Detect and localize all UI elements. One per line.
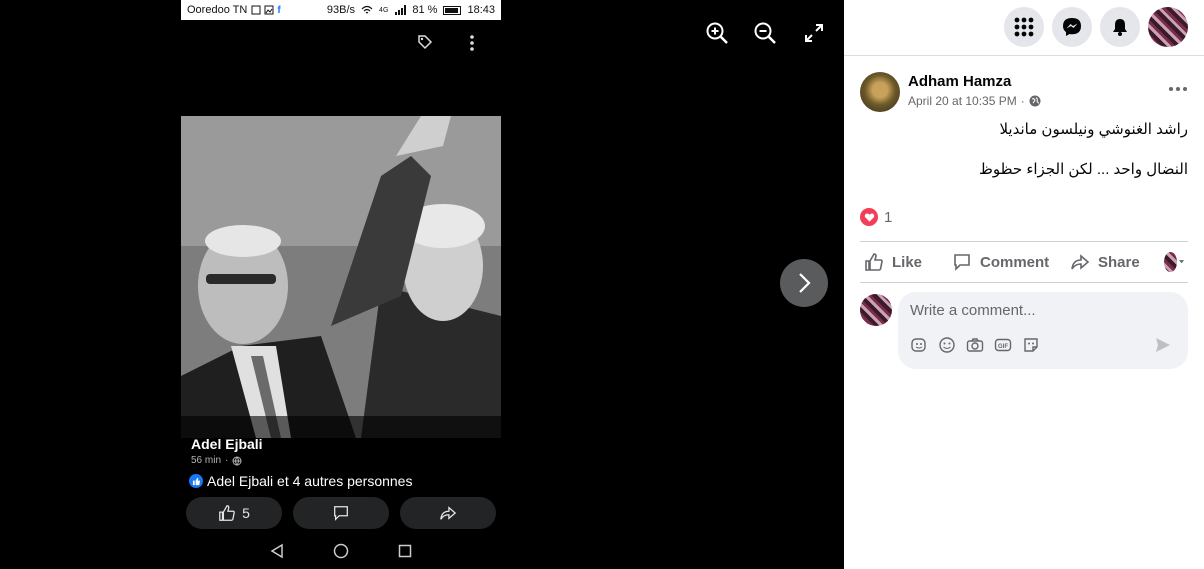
expand-icon <box>805 24 823 42</box>
post-meta: April 20 at 10:35 PM · <box>908 94 1041 108</box>
chevron-right-icon <box>799 273 811 293</box>
phone-screenshot: Ooredoo TN f 93B/s 4G 81 % 18:43 Adel Ej… <box>181 0 501 569</box>
zoom-in-icon <box>706 22 728 44</box>
account-avatar[interactable] <box>1148 7 1188 47</box>
grid-menu-icon <box>1014 17 1034 37</box>
menu-button[interactable] <box>1004 7 1044 47</box>
phone-like-button[interactable]: 5 <box>186 497 282 529</box>
tag-icon[interactable] <box>417 34 433 50</box>
author-avatar[interactable] <box>860 72 900 112</box>
comment-field: GIF <box>898 292 1188 369</box>
post-options-button[interactable] <box>1166 80 1190 100</box>
phone-comment-button[interactable] <box>293 497 389 529</box>
home-circle-icon[interactable] <box>333 543 349 559</box>
like-reaction-icon <box>189 474 203 488</box>
reaction-summary[interactable]: 1 <box>860 208 892 226</box>
fullscreen-button[interactable] <box>801 20 827 46</box>
post-photo <box>181 116 501 438</box>
avatar-sticker-icon[interactable] <box>910 336 928 354</box>
bell-icon <box>1113 19 1127 36</box>
photo-viewer: Ooredoo TN f 93B/s 4G 81 % 18:43 Adel Ej… <box>0 0 844 569</box>
post-action-bar: Like Comment Share <box>860 241 1188 283</box>
love-reaction-icon <box>860 208 878 226</box>
sticker-icon[interactable] <box>1022 336 1040 354</box>
zoom-out-button[interactable] <box>752 20 778 46</box>
battery-percent: 81 % <box>412 4 438 16</box>
top-nav-bar <box>844 0 1204 56</box>
phone-reaction-summary: Adel Ejbali et 4 autres personnes <box>189 473 412 489</box>
globe-icon <box>232 456 242 466</box>
svg-text:GIF: GIF <box>998 344 1008 350</box>
messenger-icon <box>1063 18 1081 36</box>
android-nav-bar <box>181 540 501 562</box>
share-icon <box>1071 254 1090 270</box>
zoom-out-icon <box>754 22 776 44</box>
thumbs-up-icon <box>865 253 883 271</box>
phone-status-bar: Ooredoo TN f 93B/s 4G 81 % 18:43 <box>181 0 501 20</box>
notifications-button[interactable] <box>1100 7 1140 47</box>
post-header: Adham Hamza April 20 at 10:35 PM · <box>860 72 1190 112</box>
commenter-avatar[interactable] <box>860 294 892 326</box>
comment-icon <box>954 254 970 271</box>
share-icon <box>440 506 457 520</box>
messenger-button[interactable] <box>1052 7 1092 47</box>
phone-share-button[interactable] <box>400 497 496 529</box>
phone-like-count: 5 <box>242 505 250 521</box>
gallery-icon <box>264 5 274 15</box>
back-triangle-icon[interactable] <box>269 543 285 559</box>
comment-button[interactable]: Comment <box>948 242 1066 282</box>
comment-icon <box>334 506 348 521</box>
network-speed: 93B/s <box>326 4 356 16</box>
send-icon[interactable] <box>1154 336 1172 354</box>
like-label: Like <box>892 253 923 271</box>
share-label: Share <box>1098 253 1140 271</box>
post-timestamp[interactable]: April 20 at 10:35 PM <box>908 94 1017 108</box>
signal-icon <box>395 5 407 15</box>
gif-icon[interactable]: GIF <box>994 336 1012 354</box>
post-side-panel: Adham Hamza April 20 at 10:35 PM · راشد … <box>844 0 1204 569</box>
comment-label: Comment <box>980 253 1050 271</box>
facebook-notification-icon: f <box>277 4 281 16</box>
post-text-line-1: راشد الغنوشي ونيلسون مانديلا <box>999 121 1188 138</box>
phone-photo-toolbar <box>181 30 501 58</box>
zoom-in-button[interactable] <box>704 20 730 46</box>
more-vertical-icon[interactable] <box>469 34 475 52</box>
caret-down-icon <box>1178 260 1184 264</box>
phone-post-time: 56 min · <box>191 455 242 466</box>
comment-input[interactable] <box>910 300 1170 320</box>
phone-post-time-label: 56 min <box>191 455 222 466</box>
wifi-icon <box>361 5 373 14</box>
more-horizontal-icon <box>1169 87 1187 91</box>
post-text-line-2: النضال واحد ... لكن الجزاء حظوظ <box>978 161 1188 178</box>
public-globe-icon <box>1029 95 1041 107</box>
react-as-avatar <box>1164 252 1177 272</box>
emoji-icon[interactable] <box>938 336 956 354</box>
sim-icon <box>251 5 261 15</box>
react-as-selector[interactable] <box>1160 242 1188 282</box>
notification-icons: f <box>251 4 281 16</box>
share-button[interactable]: Share <box>1066 242 1160 282</box>
status-time: 18:43 <box>467 4 495 16</box>
author-name[interactable]: Adham Hamza <box>908 73 1011 90</box>
phone-post-author: Adel Ejbali <box>191 436 263 452</box>
camera-icon[interactable] <box>966 336 984 354</box>
phone-reaction-text: Adel Ejbali et 4 autres personnes <box>207 473 413 489</box>
recents-square-icon[interactable] <box>397 543 413 559</box>
like-button[interactable]: Like <box>860 242 948 282</box>
photo-illustration <box>181 116 501 438</box>
battery-icon <box>443 5 462 15</box>
network-type: 4G <box>379 6 389 14</box>
reaction-count: 1 <box>884 208 893 226</box>
thumbs-up-icon <box>219 505 235 521</box>
next-photo-button[interactable] <box>780 259 828 307</box>
carrier-label: Ooredoo TN <box>187 4 248 16</box>
